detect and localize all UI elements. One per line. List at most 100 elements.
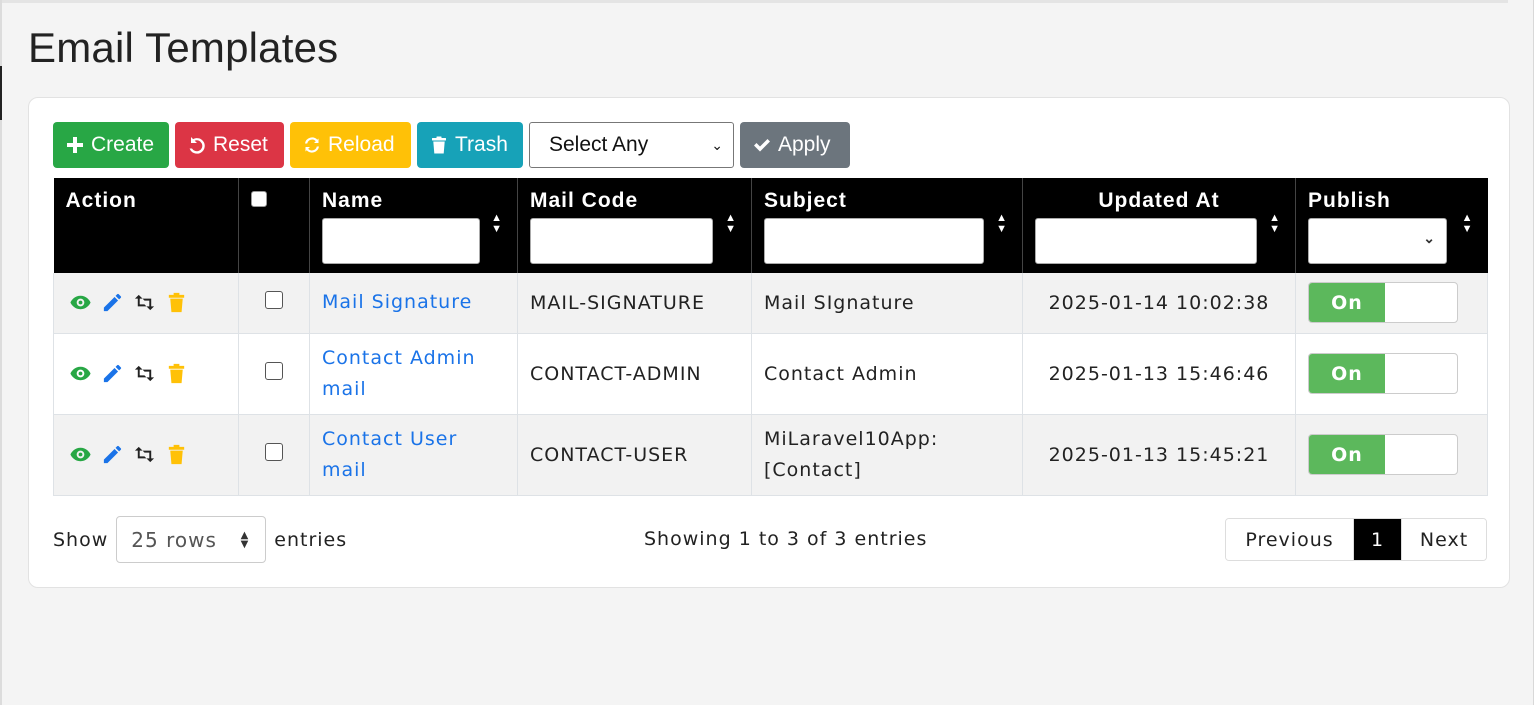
cell-updated-at: 2025-01-14 10:02:38 [1022,273,1296,334]
templates-table: Action Name ▲ ▼ Mail Code ▲ ▼ Subject ▲ ▼ [53,178,1488,496]
subject-filter-input[interactable] [764,218,984,264]
cell-updated-at: 2025-01-13 15:46:46 [1022,333,1296,415]
header-publish-label: Publish [1308,189,1391,212]
header-action: Action [53,178,239,273]
publish-toggle[interactable]: On [1308,353,1458,394]
cell-updated-at: 2025-01-13 15:45:21 [1022,414,1296,496]
create-button[interactable]: Create [53,122,169,168]
publish-toggle[interactable]: On [1308,434,1458,475]
delete-icon[interactable] [165,362,188,385]
bulk-action-value: Select Any [549,133,649,156]
apply-label: Apply [778,133,831,156]
template-name-link[interactable]: Contact Admin mail [322,343,505,405]
table-row: Contact User mail CONTACT-USER MiLaravel… [53,414,1488,496]
toggle-on-label: On [1309,283,1385,323]
cell-publish: On [1295,333,1488,415]
header-subject-label: Subject [764,189,847,212]
apply-button[interactable]: Apply [740,122,850,168]
header-name[interactable]: Name ▲ ▼ [309,178,518,273]
publish-toggle[interactable]: On [1308,282,1458,324]
pagination: Previous 1 Next [1225,518,1487,561]
cell-subject: MiLaravel10App: [Contact] [751,414,1023,496]
eye-icon[interactable] [69,291,92,314]
header-updated-at[interactable]: Updated At ▲ ▼ [1022,178,1296,273]
updated-at-filter-input[interactable] [1035,218,1257,264]
entries-label: entries [274,528,348,551]
header-subject[interactable]: Subject ▲ ▼ [751,178,1023,273]
next-page-button[interactable]: Next [1401,519,1486,560]
header-mail-code[interactable]: Mail Code ▲ ▼ [517,178,752,273]
toggle-on-label: On [1309,354,1385,393]
reload-button[interactable]: Reload [290,122,411,168]
row-checkbox[interactable] [265,443,283,461]
top-strip [2,0,1508,3]
sort-updown-icon: ▲ ▼ [240,529,250,550]
row-select [238,273,310,334]
cell-publish: On [1295,273,1488,334]
undo-icon [189,137,205,154]
row-select [238,414,310,496]
chevron-down-icon: ⌄ [711,136,723,153]
cell-mail-code: CONTACT-USER [517,414,752,496]
trash-button[interactable]: Trash [417,122,523,168]
table-row: Mail Signature MAIL-SIGNATURE Mail SIgna… [53,273,1488,334]
header-action-label: Action [65,189,137,212]
table-info: Showing 1 to 3 of 3 entries [644,528,928,550]
table-row: Contact Admin mail CONTACT-ADMIN Contact… [53,333,1488,415]
cell-publish: On [1295,414,1488,496]
cell-subject: Contact Admin [751,333,1023,415]
chevron-down-icon: ⌄ [1423,230,1436,246]
page-length-control: Show 25 rows ▲ ▼ entries [53,516,347,563]
eye-icon[interactable] [69,362,92,385]
check-icon [754,139,770,152]
rows-per-page-value: 25 rows [131,527,217,552]
sort-icon[interactable]: ▲ ▼ [1269,213,1281,235]
retweet-icon[interactable] [133,443,156,466]
retweet-icon[interactable] [133,291,156,314]
header-updated-at-label: Updated At [1098,189,1220,212]
sort-icon[interactable]: ▲ ▼ [996,213,1008,235]
trash-icon [432,136,446,154]
table-header-row: Action Name ▲ ▼ Mail Code ▲ ▼ Subject ▲ ▼ [53,178,1488,273]
delete-icon[interactable] [165,443,188,466]
reset-button[interactable]: Reset [175,122,284,168]
pencil-icon[interactable] [101,362,124,385]
rows-per-page-select[interactable]: 25 rows ▲ ▼ [116,516,267,563]
mail-code-filter-input[interactable] [530,218,713,264]
create-label: Create [91,133,155,156]
sort-icon[interactable]: ▲ ▼ [491,213,503,235]
previous-page-button[interactable]: Previous [1226,519,1354,560]
refresh-icon [305,137,319,153]
name-filter-input[interactable] [322,218,480,264]
header-mail-code-label: Mail Code [530,189,639,212]
row-actions [53,414,239,496]
page-1-button[interactable]: 1 [1354,519,1401,560]
row-actions [53,333,239,415]
pencil-icon[interactable] [101,443,124,466]
header-publish[interactable]: Publish ⌄ ▲ ▼ [1295,178,1488,273]
cell-name: Contact Admin mail [309,333,518,415]
reload-label: Reload [328,133,395,156]
plus-icon [67,137,83,153]
bulk-action-select[interactable]: Select Any ⌄ [529,122,734,168]
sort-icon[interactable]: ▲ ▼ [725,213,737,235]
select-all-checkbox[interactable] [251,191,267,207]
row-actions [53,273,239,334]
sort-icon[interactable]: ▲ ▼ [1462,213,1474,235]
pencil-icon[interactable] [101,291,124,314]
toolbar: Create Reset Reload Trash Select Any ⌄ A… [53,122,850,168]
cell-name: Contact User mail [309,414,518,496]
delete-icon[interactable] [165,291,188,314]
row-checkbox[interactable] [265,291,283,310]
publish-filter-select[interactable]: ⌄ [1308,218,1447,264]
header-name-label: Name [322,189,384,212]
eye-icon[interactable] [69,443,92,466]
cell-subject: Mail SIgnature [751,273,1023,334]
template-name-link[interactable]: Mail Signature [322,287,505,318]
row-checkbox[interactable] [265,362,283,380]
cell-mail-code: CONTACT-ADMIN [517,333,752,415]
template-name-link[interactable]: Contact User mail [322,424,505,486]
cell-name: Mail Signature [309,273,518,334]
trash-label: Trash [455,133,508,156]
retweet-icon[interactable] [133,362,156,385]
